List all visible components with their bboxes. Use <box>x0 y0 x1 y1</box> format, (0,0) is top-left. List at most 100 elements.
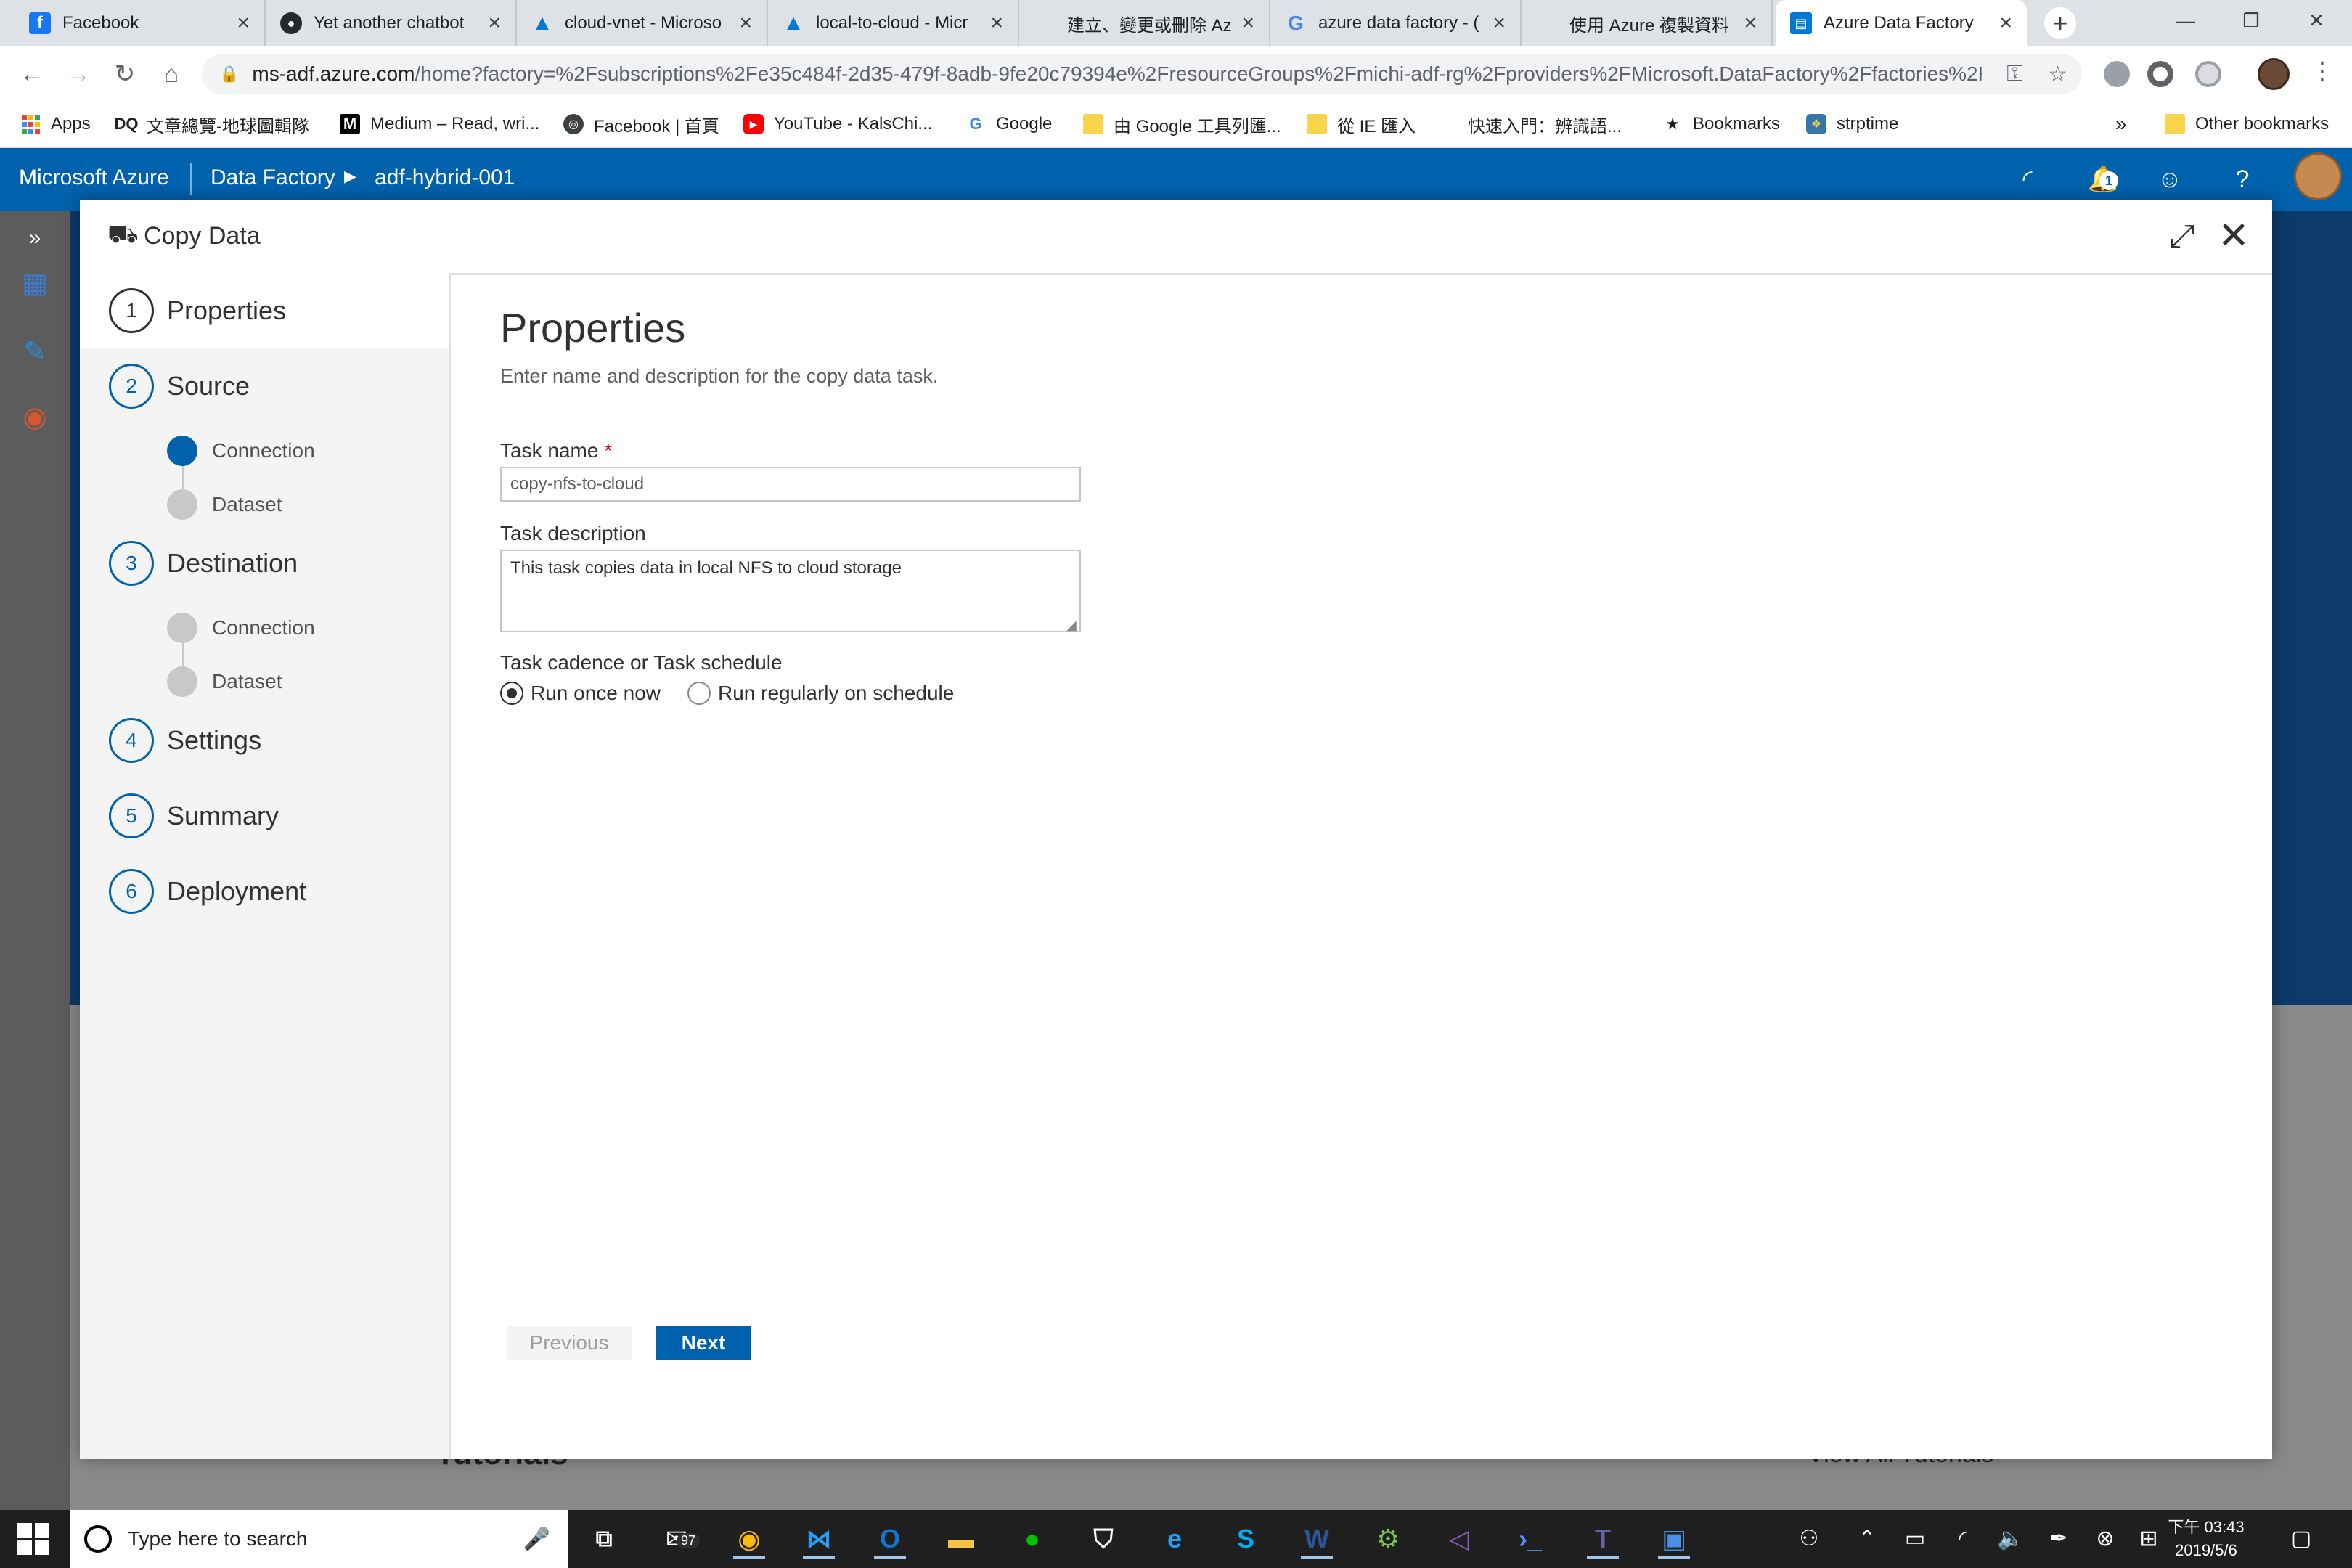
star-icon[interactable]: ☆ <box>2048 62 2067 87</box>
address-bar[interactable]: 🔒 ms-adf.azure.com/home?factory=%2Fsubsc… <box>202 54 2082 94</box>
close-tab-icon[interactable]: × <box>1241 11 1254 36</box>
reload-icon[interactable]: ↻ <box>106 55 144 93</box>
tab-ms-docs-2[interactable]: 使用 Azure 複製資料 × <box>1522 0 1773 46</box>
factory-name[interactable]: adf-hybrid-001 <box>375 166 515 190</box>
bookmark-facebook[interactable]: ◎ Facebook | 首頁 <box>563 102 719 147</box>
ime-icon[interactable]: ⊞ <box>2134 1526 2163 1551</box>
bookmark-quickstart[interactable]: 快速入門：辨識語... <box>1437 102 1622 147</box>
tab-ms-docs-1[interactable]: 建立、變更或刪除 Az × <box>1019 0 1270 46</box>
line-icon[interactable]: ● <box>1012 1519 1053 1559</box>
bookmark-google[interactable]: G Google <box>965 102 1052 147</box>
remote-desktop-icon[interactable]: ▣ <box>1654 1519 1694 1559</box>
bookmark-dq[interactable]: DQ 文章總覽-地球圖輯隊 <box>115 102 310 147</box>
feedback-smiley-icon[interactable]: ☺ <box>2153 163 2186 196</box>
step-destination[interactable]: 3 Destination <box>80 526 449 601</box>
word-icon[interactable]: W <box>1297 1519 1337 1559</box>
task-name-input[interactable] <box>500 467 1081 502</box>
taskbar-search[interactable]: Type here to search 🎤 <box>70 1510 568 1568</box>
run-once-radio[interactable]: Run once now <box>500 682 661 705</box>
step-deployment[interactable]: 6 Deployment <box>80 854 449 929</box>
tab-local-to-cloud[interactable]: ▲ local-to-cloud - Micr × <box>768 0 1019 46</box>
bookmark-apps[interactable]: Apps <box>20 102 91 147</box>
feed-icon[interactable]: ◜ <box>2011 163 2044 196</box>
bookmark-medium[interactable]: M Medium – Read, wri... <box>340 102 539 147</box>
close-tab-icon[interactable]: × <box>1493 11 1506 36</box>
expand-icon[interactable]: ⤢ <box>2163 218 2201 256</box>
android-studio-icon[interactable]: ⚙ <box>1368 1519 1408 1559</box>
substep-destination-dataset[interactable]: Dataset <box>80 655 449 709</box>
step-source[interactable]: 2 Source <box>80 348 449 424</box>
bookmark-folder-ie[interactable]: 從 IE 匯入 <box>1307 102 1416 147</box>
teams-icon[interactable]: T <box>1583 1519 1623 1559</box>
help-icon[interactable]: ? <box>2226 163 2259 196</box>
url-text[interactable]: ms-adf.azure.com/home?factory=%2Fsubscri… <box>252 62 1982 86</box>
close-tab-icon[interactable]: × <box>1744 11 1757 36</box>
chrome-icon[interactable]: ◉ <box>729 1519 769 1559</box>
substep-destination-connection[interactable]: Connection <box>80 601 449 655</box>
extension-icon[interactable] <box>2104 61 2130 87</box>
battery-icon[interactable]: ▭ <box>1900 1526 1930 1551</box>
vscode-icon[interactable]: ⋈ <box>799 1519 839 1559</box>
tab-google-search[interactable]: G azure data factory - ( × <box>1270 0 1522 46</box>
action-center-icon[interactable]: ▢ <box>2287 1526 2316 1551</box>
substep-source-connection[interactable]: Connection <box>80 424 449 478</box>
skype-icon[interactable]: S <box>1225 1519 1266 1559</box>
back-icon[interactable]: ← <box>13 55 51 93</box>
people-icon[interactable]: ⚇ <box>1794 1526 1824 1551</box>
close-tab-icon[interactable]: × <box>1999 11 2012 36</box>
close-tab-icon[interactable]: × <box>488 11 501 36</box>
task-view-icon[interactable]: ⧉ <box>584 1519 624 1559</box>
home-icon[interactable]: ⌂ <box>152 55 190 93</box>
close-tab-icon[interactable]: × <box>990 11 1003 36</box>
powershell-icon[interactable]: ›_ <box>1510 1519 1551 1559</box>
close-icon[interactable]: ✕ <box>2214 215 2253 257</box>
bookmarks-overflow[interactable]: » <box>2115 102 2127 147</box>
outlook-icon[interactable]: O <box>870 1519 910 1559</box>
store-icon[interactable]: ⛉ <box>1083 1519 1124 1559</box>
tab-cloud-vnet[interactable]: ▲ cloud-vnet - Microso × <box>517 0 768 46</box>
key-icon[interactable]: ⚿ <box>2006 62 2023 86</box>
more-menu-icon[interactable]: ⋮ <box>2310 57 2335 86</box>
close-tab-icon[interactable]: × <box>739 11 752 36</box>
previous-button[interactable]: Previous <box>507 1326 632 1360</box>
overview-icon[interactable]: ▦ <box>17 266 52 301</box>
pen-icon[interactable]: ✒ <box>2044 1526 2073 1551</box>
tab-facebook[interactable]: f Facebook × <box>15 0 266 46</box>
bookmark-strptime[interactable]: ❖ strptime <box>1806 102 1898 147</box>
wifi-icon[interactable]: ◜ <box>1948 1526 1977 1551</box>
visual-studio-icon[interactable]: ◁ <box>1439 1519 1479 1559</box>
bookmark-youtube[interactable]: ▶ YouTube - KalsChi... <box>743 102 932 147</box>
extension-icon[interactable] <box>2195 61 2221 87</box>
microphone-icon[interactable]: 🎤 <box>523 1527 550 1552</box>
volume-icon[interactable]: 🔈 <box>1996 1526 2025 1551</box>
author-pencil-icon[interactable]: ✎ <box>17 334 52 369</box>
step-settings[interactable]: 4 Settings <box>80 703 449 778</box>
monitor-icon[interactable]: ◉ <box>17 399 52 434</box>
profile-avatar[interactable] <box>2258 58 2290 90</box>
step-summary[interactable]: 5 Summary <box>80 778 449 854</box>
run-on-schedule-radio[interactable]: Run regularly on schedule <box>687 682 954 705</box>
extension-icon[interactable] <box>2147 61 2173 87</box>
tray-close-icon[interactable]: ⊗ <box>2091 1526 2120 1551</box>
user-avatar[interactable] <box>2294 152 2342 200</box>
show-hidden-icons[interactable]: ⌃ <box>1853 1526 1882 1551</box>
data-factory-link[interactable]: Data Factory <box>211 166 335 190</box>
new-tab-button[interactable]: + <box>2044 7 2076 39</box>
tab-azure-data-factory[interactable]: ▤ Azure Data Factory × <box>1776 0 2027 46</box>
edge-icon[interactable]: e <box>1154 1519 1195 1559</box>
restore-icon[interactable]: ❐ <box>2218 0 2284 41</box>
azure-brand-link[interactable]: Microsoft Azure <box>19 166 169 190</box>
tab-chatbot[interactable]: ● Yet another chatbot × <box>266 0 517 46</box>
minimize-icon[interactable]: — <box>2153 0 2218 41</box>
forward-icon[interactable]: → <box>60 55 97 93</box>
other-bookmarks-folder[interactable]: Other bookmarks <box>2165 102 2329 147</box>
windows-start-icon[interactable] <box>15 1520 52 1558</box>
substep-source-dataset[interactable]: Dataset <box>80 478 449 531</box>
resize-grip-icon[interactable]: ◢ <box>1066 618 1077 633</box>
step-properties[interactable]: 1 Properties <box>80 273 449 348</box>
close-tab-icon[interactable]: × <box>237 11 250 36</box>
taskbar-clock[interactable]: 下午 03:43 2019/5/6 <box>2166 1516 2246 1562</box>
next-button[interactable]: Next <box>656 1326 751 1360</box>
task-description-input[interactable]: This task copies data in local NFS to cl… <box>500 550 1081 632</box>
close-window-icon[interactable]: ✕ <box>2284 0 2349 41</box>
